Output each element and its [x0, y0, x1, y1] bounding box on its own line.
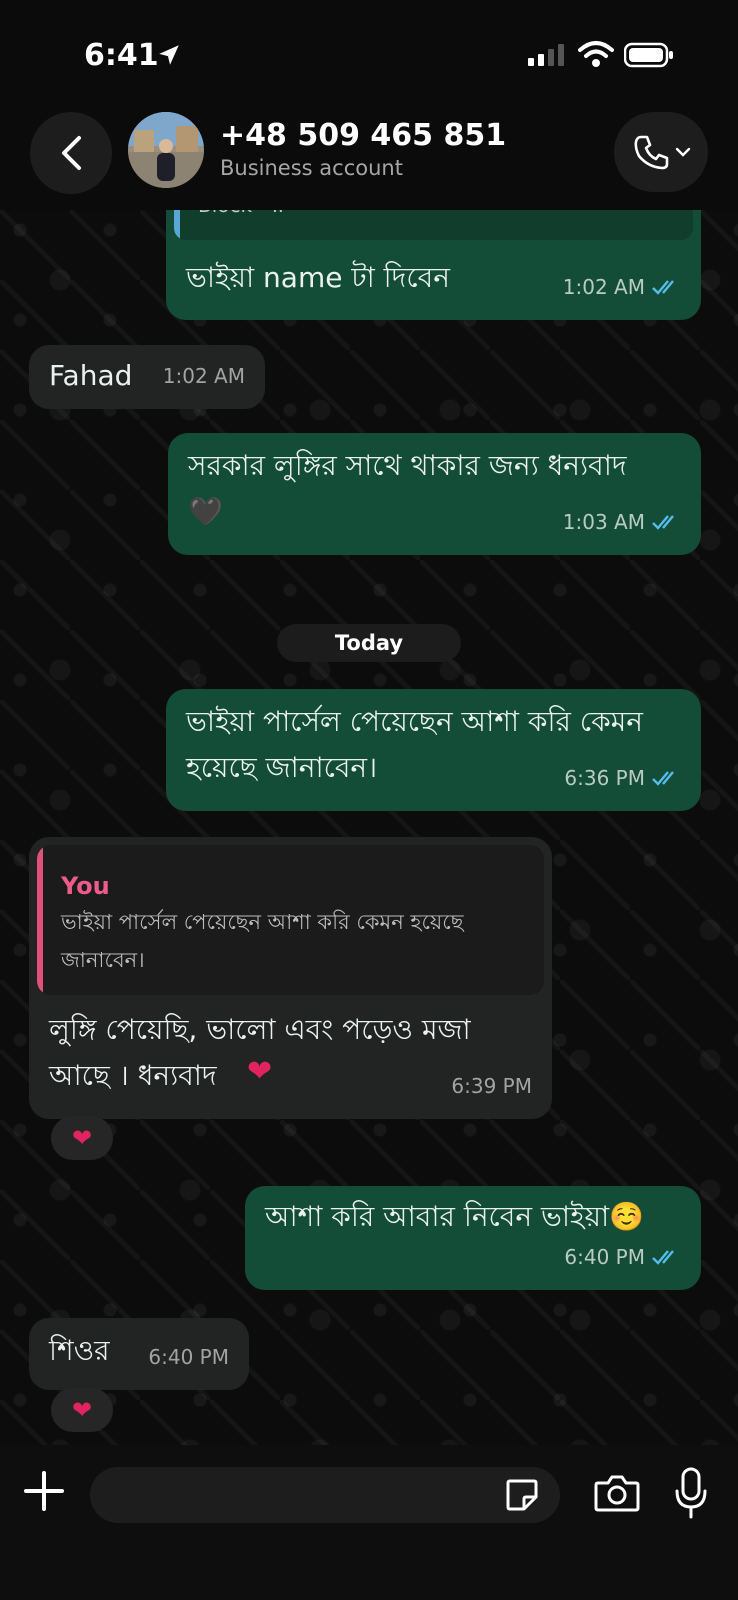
message-time: 6:40 PM	[148, 1345, 229, 1369]
message-time: 6:39 PM	[451, 1074, 532, 1098]
message-time: 1:02 AM	[562, 275, 645, 299]
message-time: 1:03 AM	[562, 510, 645, 534]
message-meta: 6:40 PM	[148, 1334, 229, 1380]
contact-name[interactable]: +48 509 465 851	[220, 118, 506, 153]
message-text-line1: ভাইয়া পার্সেল পেয়েছেন আশা করি কেমন	[186, 705, 643, 738]
microphone-icon[interactable]	[674, 1467, 708, 1519]
message-text: সরকার লুঙ্গির সাথে থাকার জন্য ধন্যবাদ	[188, 449, 627, 482]
date-divider: Today	[277, 624, 461, 662]
message-input[interactable]	[90, 1467, 560, 1523]
chevron-down-icon	[675, 147, 691, 157]
phone-icon	[634, 135, 669, 170]
message-bubble-incoming[interactable]: You ভাইয়া পার্সেল পেয়েছেন আশা করি কেমন…	[29, 837, 552, 1119]
quote-text: ভাইয়া পার্সেল পেয়েছেন আশা করি কেমন হয়…	[61, 910, 464, 972]
chat-header: +48 509 465 851 Business account	[0, 100, 738, 210]
avatar-photo	[128, 112, 204, 188]
contact-subtitle: Business account	[220, 156, 403, 180]
message-text: ভাইয়া name টা দিবেন	[186, 261, 450, 294]
wifi-icon	[578, 41, 614, 67]
message-meta: 6:40 PM	[564, 1234, 681, 1280]
sticker-icon[interactable]	[504, 1477, 540, 1513]
message-meta: 1:02 AM	[563, 264, 681, 310]
quoted-message[interactable]: You ভাইয়া পার্সেল পেয়েছেন আশা করি কেমন…	[37, 845, 544, 995]
call-button[interactable]	[614, 112, 708, 192]
message-meta: 1:03 AM	[563, 499, 681, 545]
message-text-line2: আছে । ধন্যবাদ	[49, 1059, 217, 1092]
status-time: 6:41	[84, 38, 159, 73]
heart-emoji-icon: ❤	[247, 1054, 273, 1089]
composer-bar	[0, 1445, 738, 1600]
message-bubble-outgoing[interactable]: ভাইয়া পার্সেল পেয়েছেন আশা করি কেমন হয়…	[166, 689, 701, 811]
cellular-signal-icon	[528, 44, 564, 66]
back-button[interactable]	[30, 112, 112, 194]
message-time: 6:36 PM	[564, 766, 645, 790]
message-time: 1:02 AM	[162, 364, 245, 388]
read-receipt-icon	[652, 280, 674, 295]
battery-icon	[624, 42, 673, 68]
reaction-badge[interactable]: ❤	[51, 1388, 113, 1432]
message-emoji: 🖤	[188, 495, 223, 528]
message-meta: 6:39 PM	[451, 1063, 532, 1109]
reaction-badge[interactable]: ❤	[51, 1116, 113, 1160]
contact-avatar[interactable]	[128, 112, 204, 188]
location-arrow-icon	[159, 45, 179, 65]
message-text: Fahad	[49, 359, 133, 392]
read-receipt-icon	[652, 1250, 674, 1265]
camera-icon[interactable]	[594, 1473, 640, 1513]
message-text: শিওর	[49, 1334, 110, 1367]
message-bubble-outgoing[interactable]: আশা করি আবার নিবেন ভাইয়া☺️ 6:40 PM	[245, 1186, 701, 1290]
message-bubble-incoming[interactable]: শিওর 6:40 PM	[29, 1318, 249, 1390]
quote-accent-bar	[37, 845, 43, 995]
message-text-line1: লুঙ্গি পেয়েছি, ভালো এবং পড়েও মজা	[49, 1013, 471, 1046]
read-receipt-icon	[652, 515, 674, 530]
chevron-left-icon	[62, 136, 81, 170]
message-bubble-outgoing[interactable]: সরকার লুঙ্গির সাথে থাকার জন্য ধন্যবাদ 🖤 …	[168, 433, 701, 555]
message-bubble-incoming[interactable]: Fahad 1:02 AM	[29, 345, 265, 409]
message-text-line2: হয়েছে জানাবেন।	[186, 751, 378, 784]
read-receipt-icon	[652, 771, 674, 786]
heart-reaction-icon: ❤	[71, 1124, 93, 1152]
message-meta: 6:36 PM	[564, 755, 681, 801]
message-meta: 1:02 AM	[163, 353, 245, 399]
heart-reaction-icon: ❤	[71, 1396, 93, 1424]
message-time: 6:40 PM	[564, 1245, 645, 1269]
plus-icon[interactable]	[20, 1467, 68, 1515]
status-bar: 6:41	[0, 0, 738, 100]
